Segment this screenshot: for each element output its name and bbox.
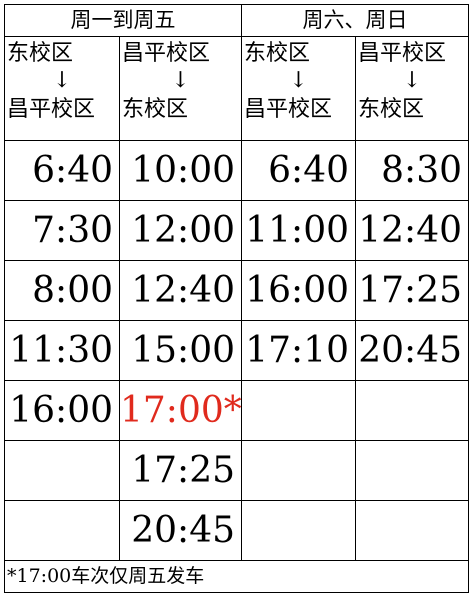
departure-time-cell: 16:00	[4, 380, 120, 441]
origin-label: 东校区	[244, 41, 311, 66]
direction-header-weekend-dong-to-changping: 东校区 ↓ 昌平校区	[241, 36, 356, 141]
down-arrow-icon: ↓	[171, 68, 190, 93]
origin-label: 昌平校区	[122, 41, 211, 66]
time-row: 16:00 17:00*	[4, 380, 469, 441]
down-arrow-icon: ↓	[402, 68, 422, 93]
departure-time-cell: 20:45	[355, 320, 469, 381]
footnote-row: *17:00车次仅周五发车	[4, 560, 469, 593]
empty-time-cell	[4, 440, 120, 501]
weekday-header: 周一到周五	[4, 4, 242, 37]
destination-label: 昌平校区	[7, 97, 96, 122]
departure-time-cell: 11:30	[4, 320, 120, 381]
departure-time-cell: 10:00	[119, 140, 242, 201]
departure-time-cell: 11:00	[241, 200, 356, 261]
empty-time-cell	[355, 500, 469, 561]
group-header-row: 周一到周五 周六、周日	[4, 4, 469, 37]
down-arrow-icon: ↓	[289, 68, 308, 93]
departure-time-cell: 6:40	[4, 140, 120, 201]
departure-time-cell: 6:40	[241, 140, 356, 201]
time-row: 20:45	[4, 500, 469, 561]
departure-time-cell: 15:00	[119, 320, 242, 381]
schedule-table: 周一到周五 周六、周日 东校区 ↓ 昌平校区 昌平校区 ↓ 东校区 东校区 ↓ …	[4, 4, 469, 593]
departure-time-cell: 17:25	[119, 440, 242, 501]
departure-time-cell: 7:30	[4, 200, 120, 261]
empty-time-cell	[241, 500, 356, 561]
empty-time-cell	[355, 380, 469, 441]
destination-label: 东校区	[122, 97, 189, 122]
departure-time-cell: 12:40	[119, 260, 242, 321]
direction-header-weekday-dong-to-changping: 东校区 ↓ 昌平校区	[4, 36, 120, 141]
time-row: 17:25	[4, 440, 469, 501]
departure-time-cell: 8:30	[355, 140, 469, 201]
departure-time-cell: 17:10	[241, 320, 356, 381]
time-row: 6:40 10:00 6:40 8:30	[4, 140, 469, 201]
departure-time-cell: 16:00	[241, 260, 356, 321]
destination-label: 昌平校区	[244, 97, 333, 122]
direction-header-weekend-changping-to-dong: 昌平校区 ↓ 东校区	[355, 36, 469, 141]
time-row: 8:00 12:40 16:00 17:25	[4, 260, 469, 321]
weekend-header: 周六、周日	[241, 4, 469, 37]
departure-time-cell: 17:25	[355, 260, 469, 321]
departure-time-cell: 20:45	[119, 500, 242, 561]
empty-time-cell	[355, 440, 469, 501]
departure-time-cell: 8:00	[4, 260, 120, 321]
bus-schedule: 周一到周五 周六、周日 东校区 ↓ 昌平校区 昌平校区 ↓ 东校区 东校区 ↓ …	[4, 4, 469, 600]
time-row: 7:30 12:00 11:00 12:40	[4, 200, 469, 261]
footnote: *17:00车次仅周五发车	[4, 560, 469, 593]
friday-only-departure-cell: 17:00*	[119, 380, 242, 441]
origin-label: 昌平校区	[358, 41, 447, 66]
empty-time-cell	[4, 500, 120, 561]
empty-time-cell	[241, 380, 356, 441]
origin-label: 东校区	[7, 41, 74, 66]
down-arrow-icon: ↓	[52, 68, 72, 93]
departure-time-cell: 12:00	[119, 200, 242, 261]
direction-header-weekday-changping-to-dong: 昌平校区 ↓ 东校区	[119, 36, 242, 141]
empty-time-cell	[241, 440, 356, 501]
departure-time-cell: 12:40	[355, 200, 469, 261]
destination-label: 东校区	[358, 97, 425, 122]
time-row: 11:30 15:00 17:10 20:45	[4, 320, 469, 381]
direction-row: 东校区 ↓ 昌平校区 昌平校区 ↓ 东校区 东校区 ↓ 昌平校区 昌平校区 ↓	[4, 36, 469, 141]
